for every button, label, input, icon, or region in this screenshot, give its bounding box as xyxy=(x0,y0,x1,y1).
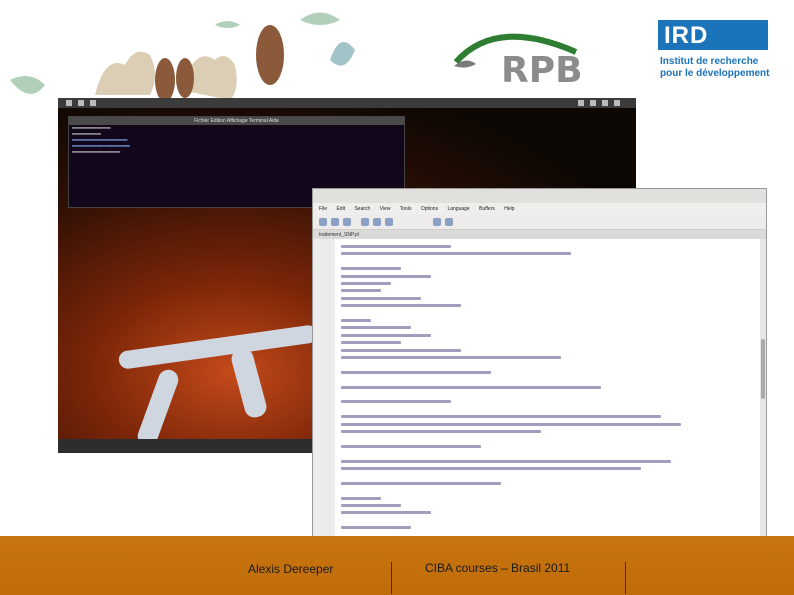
ird-tagline-2: pour le développement xyxy=(660,68,770,79)
code-line xyxy=(341,289,381,293)
footer-author: Alexis Dereeper xyxy=(248,562,334,576)
code-line xyxy=(341,319,371,322)
paste-icon[interactable] xyxy=(385,218,393,226)
code-line xyxy=(341,304,461,308)
code-line xyxy=(341,296,421,300)
code-line xyxy=(341,430,541,433)
terminal-line: ▬▬▬▬▬▬▬▬▬▬▬▬▬▬▬▬▬▬▬▬ xyxy=(72,149,121,154)
ird-logo: IRD Institut de recherche pour le dévelo… xyxy=(658,20,778,84)
ird-acronym: IRD xyxy=(664,22,709,49)
ird-tagline-1: Institut de recherche xyxy=(660,56,759,67)
code-line xyxy=(341,422,681,426)
code-line xyxy=(341,526,411,530)
code-line xyxy=(341,341,401,345)
copy-icon[interactable] xyxy=(373,218,381,226)
undo-icon[interactable] xyxy=(433,218,441,226)
new-file-icon[interactable] xyxy=(319,218,327,226)
footer-bar: Alexis Dereeper CIBA courses – Brasil 20… xyxy=(0,536,794,595)
code-line xyxy=(341,385,601,389)
terminal-title: Fichier Edition Affichage Terminal Aide xyxy=(69,117,404,125)
footer-divider xyxy=(625,562,626,594)
code-line xyxy=(341,370,491,374)
code-line xyxy=(341,467,641,470)
code-line xyxy=(341,252,571,256)
menu-tools[interactable]: Tools xyxy=(400,206,412,212)
editor-menubar: File Edit Search View Tools Options Lang… xyxy=(313,203,766,215)
code-line xyxy=(341,282,391,285)
open-file-icon[interactable] xyxy=(331,218,339,226)
code-line xyxy=(341,245,451,248)
menu-search[interactable]: Search xyxy=(354,206,370,212)
desktop-top-panel xyxy=(58,98,636,108)
code-line xyxy=(341,481,501,485)
footer-course: CIBA courses – Brasil 2011 xyxy=(425,561,571,575)
menu-buffers[interactable]: Buffers xyxy=(479,206,495,212)
editor-titlebar[interactable] xyxy=(313,189,766,203)
editor-toolbar xyxy=(313,215,766,230)
vertical-scrollbar[interactable] xyxy=(760,239,766,539)
code-line xyxy=(341,415,661,419)
code-line xyxy=(341,400,451,404)
redo-icon[interactable] xyxy=(445,218,453,226)
code-line xyxy=(341,504,401,507)
code-line xyxy=(341,274,431,278)
code-line xyxy=(341,444,481,448)
menu-help[interactable]: Help xyxy=(504,206,514,212)
menu-options[interactable]: Options xyxy=(421,206,438,212)
save-icon[interactable] xyxy=(343,218,351,226)
footer-divider xyxy=(391,562,392,594)
code-line xyxy=(341,496,381,500)
cut-icon[interactable] xyxy=(361,218,369,226)
menu-edit[interactable]: Edit xyxy=(336,206,345,212)
line-gutter xyxy=(313,239,335,539)
menu-view[interactable]: View xyxy=(380,206,391,212)
code-line xyxy=(341,267,401,271)
code-line xyxy=(341,511,431,515)
code-line xyxy=(341,356,561,359)
menu-language[interactable]: Language xyxy=(447,206,469,212)
editor-code-area[interactable] xyxy=(313,239,766,539)
menu-file[interactable]: File xyxy=(319,206,327,212)
code-line xyxy=(341,459,671,463)
scrollbar-thumb[interactable] xyxy=(761,339,765,399)
text-editor-window[interactable]: File Edit Search View Tools Options Lang… xyxy=(312,188,767,540)
rpb-logo: RPB xyxy=(446,22,586,92)
code-line xyxy=(341,326,411,330)
code-line xyxy=(341,333,431,337)
svg-text:RPB: RPB xyxy=(501,50,583,91)
code-line xyxy=(341,348,461,352)
